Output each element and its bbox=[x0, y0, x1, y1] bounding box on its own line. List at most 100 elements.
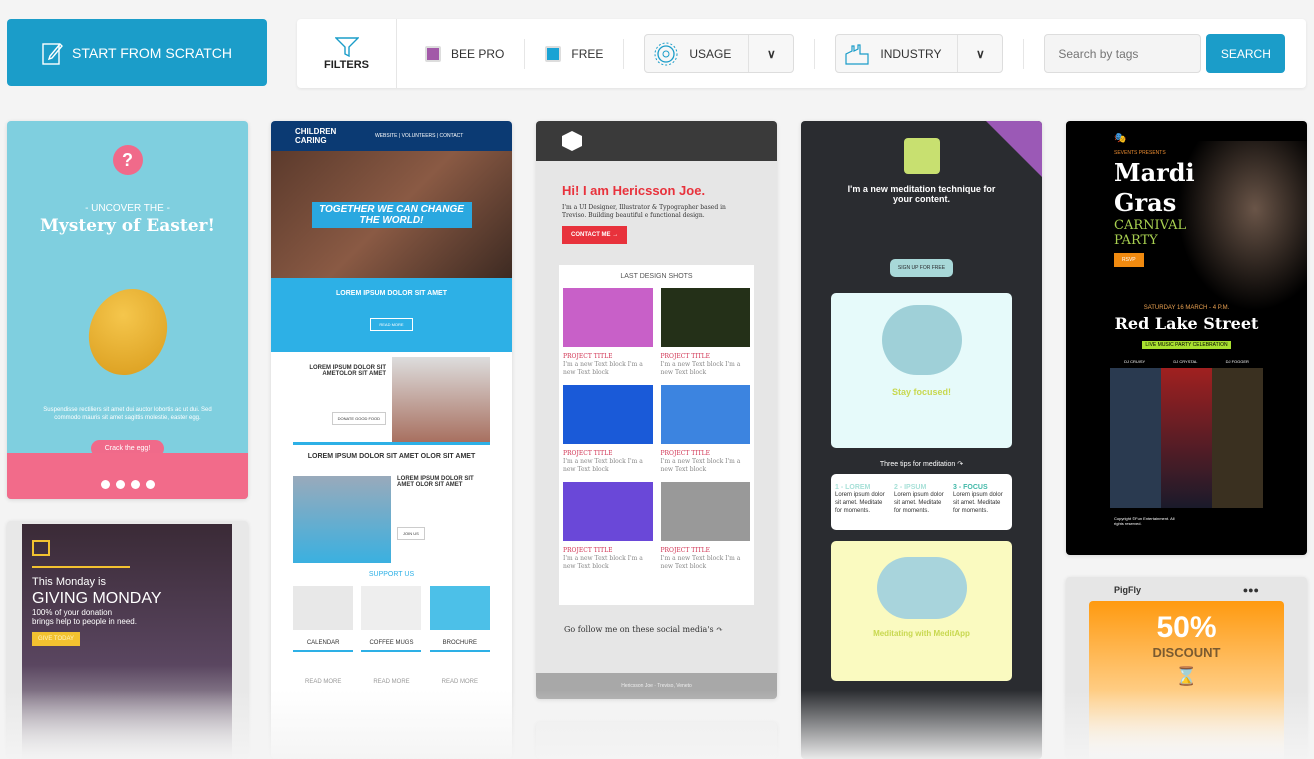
project-text: I'm a new Text block I'm a new Text bloc… bbox=[563, 458, 643, 473]
hericsson-title: Hi! I am Hericsson Joe. bbox=[562, 183, 706, 198]
template-card[interactable] bbox=[536, 722, 777, 759]
free-swatch bbox=[545, 45, 562, 62]
giving-line3: brings help to people in need. bbox=[32, 617, 137, 626]
read-more: READ MORE bbox=[441, 679, 478, 685]
giving-title: GIVING MONDAY bbox=[32, 590, 162, 607]
giving-line1: This Monday is bbox=[32, 576, 106, 588]
tip-text: Lorem ipsum dolor sit amet. Meditate for… bbox=[835, 492, 885, 514]
hericsson-sub: I'm a UI Designer, Illustrator & Typogra… bbox=[562, 204, 726, 219]
mardi-tag: LIVE MUSIC PARTY CELEBRATION bbox=[1142, 341, 1231, 349]
dj-name: DJ FOGGER bbox=[1225, 359, 1249, 364]
product-label: CALENDAR bbox=[306, 640, 340, 646]
search-button[interactable]: SEARCH bbox=[1206, 34, 1286, 73]
children-nav: WEBSITE | VOLUNTEERS | CONTACT bbox=[375, 133, 464, 139]
mardi-date: SATURDAY 16 MARCH - 4 P.M. bbox=[1143, 305, 1230, 311]
mardi-sub2: PARTY bbox=[1114, 233, 1158, 248]
search-tags-input[interactable] bbox=[1044, 34, 1202, 73]
dj-name: DJ CRYSTAL bbox=[1173, 359, 1198, 364]
mardi-street: Red Lake Street bbox=[1114, 314, 1259, 333]
mardi-sub1: CARNIVAL bbox=[1114, 218, 1187, 233]
tip-text: Lorem ipsum dolor sit amet. Meditate for… bbox=[894, 492, 944, 514]
product-label: COFFEE MUGS bbox=[369, 640, 414, 646]
question-icon: ? bbox=[112, 145, 143, 175]
read-more: READ MORE bbox=[304, 679, 342, 685]
industry-dropdown[interactable]: INDUSTRY ∨ bbox=[835, 34, 1004, 73]
meditation-app: Meditating with MeditApp bbox=[873, 629, 970, 638]
edit-icon bbox=[42, 42, 63, 65]
easter-footer bbox=[7, 453, 248, 499]
hericsson-shots: LAST DESIGN SHOTS bbox=[620, 273, 693, 280]
project-title: PROJECT TITLE bbox=[563, 353, 613, 360]
pigfly-pct: 50% bbox=[1156, 611, 1217, 644]
children-h4: LOREM IPSUM DOLOR SIT AMET OLOR SIT AMET bbox=[397, 476, 474, 488]
start-from-scratch-label: START FROM SCRATCH bbox=[72, 44, 232, 61]
filter-toolbar: FILTERS BEE PRO FREE USAGE ∨ INDUSTRY ∨ … bbox=[297, 19, 1306, 88]
children-h1: LOREM IPSUM DOLOR SIT AMET bbox=[336, 290, 447, 297]
mardi-title2: Gras bbox=[1114, 188, 1177, 217]
puzzle-icon bbox=[32, 540, 50, 556]
children-hero: TOGETHER WE CAN CHANGE THE WORLD! bbox=[311, 201, 472, 228]
industry-label: INDUSTRY bbox=[880, 46, 942, 61]
filter-icon bbox=[334, 36, 359, 57]
template-card-pigfly[interactable]: PigFly ●●● 50% DISCOUNT ⌛ bbox=[1066, 577, 1307, 759]
children-b1: READ MORE bbox=[370, 318, 413, 331]
theatre-masks-icon: 🎭 bbox=[1114, 133, 1127, 144]
bee-pro-label: BEE PRO bbox=[451, 46, 505, 61]
filters-button[interactable]: FILTERS bbox=[297, 19, 397, 88]
hourglass-icon: ⌛ bbox=[1175, 666, 1198, 686]
gear-icon bbox=[654, 42, 678, 65]
hericsson-follow: Go follow me on these social media's ↷ bbox=[564, 625, 723, 634]
template-card-hericsson[interactable]: Hi! I am Hericsson Joe. I'm a UI Designe… bbox=[536, 121, 777, 699]
children-support: SUPPORT US bbox=[368, 571, 415, 578]
project-title: PROJECT TITLE bbox=[660, 450, 711, 457]
mardi-cta: RSVP bbox=[1114, 253, 1144, 267]
factory-icon bbox=[845, 43, 869, 65]
chevron-down-icon: ∨ bbox=[766, 46, 776, 61]
template-card-easter[interactable]: ? - UNCOVER THE - Mystery of Easter! Sus… bbox=[7, 121, 248, 499]
filters-label: FILTERS bbox=[323, 58, 369, 71]
easter-egg-image bbox=[74, 276, 181, 388]
usage-label: USAGE bbox=[689, 46, 732, 61]
tip-title: 3 - FOCUS bbox=[953, 484, 988, 491]
tip-text: Lorem ipsum dolor sit amet. Meditate for… bbox=[953, 492, 1003, 514]
project-text: I'm a new Text block I'm a new Text bloc… bbox=[660, 555, 741, 570]
meditation-cta: SIGN UP FOR FREE bbox=[889, 259, 954, 277]
project-text: I'm a new Text block I'm a new Text bloc… bbox=[660, 361, 741, 376]
bee-pro-checkbox[interactable]: BEE PRO bbox=[397, 38, 526, 69]
meditation-focus: Stay focused! bbox=[891, 387, 951, 397]
template-card-mardi-gras[interactable]: 🎭 SEVENTS PRESENTS Mardi Gras CARNIVAL P… bbox=[1066, 121, 1307, 555]
read-more: READ MORE bbox=[373, 679, 410, 685]
tip-title: 1 - LOREM bbox=[835, 484, 871, 491]
template-card-meditation[interactable]: I'm a new meditation technique for your … bbox=[801, 121, 1042, 759]
mardi-title1: Mardi bbox=[1114, 158, 1195, 187]
pigfly-discount: DISCOUNT bbox=[1152, 645, 1221, 660]
project-title: PROJECT TITLE bbox=[660, 353, 711, 360]
free-checkbox[interactable]: FREE bbox=[525, 38, 625, 69]
usage-dropdown[interactable]: USAGE ∨ bbox=[644, 34, 795, 73]
easter-kicker: - UNCOVER THE - bbox=[85, 203, 170, 214]
meditation-title: I'm a new meditation technique for your … bbox=[847, 184, 996, 204]
children-h2: LOREM IPSUM DOLOR SIT AMETOLOR SIT AMET bbox=[309, 365, 386, 377]
mardi-presents: SEVENTS PRESENTS bbox=[1114, 150, 1166, 156]
easter-title: Mystery of Easter! bbox=[40, 216, 215, 236]
project-title: PROJECT TITLE bbox=[660, 547, 711, 554]
product-label: BROCHURE bbox=[442, 640, 477, 646]
mardi-copyright: Copyright ©Fun Entertainment. All rights… bbox=[1114, 516, 1175, 526]
social-icons: ●●● bbox=[1242, 585, 1259, 595]
template-card-children-caring[interactable]: CHILDREN CARING WEBSITE | VOLUNTEERS | C… bbox=[271, 121, 512, 759]
bee-pro-swatch bbox=[425, 45, 441, 62]
divider bbox=[814, 38, 816, 69]
easter-body: Suspendisse rectiliers sit amet dui auct… bbox=[43, 407, 212, 421]
meditation-logo bbox=[903, 138, 940, 174]
project-text: I'm a new Text block I'm a new Text bloc… bbox=[563, 361, 643, 376]
giving-cta: GIVE TODAY bbox=[32, 632, 81, 646]
project-title: PROJECT TITLE bbox=[563, 450, 613, 457]
free-label: FREE bbox=[571, 46, 604, 61]
pigfly-brand: PigFly bbox=[1114, 585, 1142, 595]
project-text: I'm a new Text block I'm a new Text bloc… bbox=[660, 458, 741, 473]
tip-title: 2 - IPSUM bbox=[894, 484, 927, 491]
divider bbox=[1023, 38, 1025, 69]
hericsson-footer: Hericsson Joe · Treviso, Veneto bbox=[536, 673, 777, 699]
start-from-scratch-button[interactable]: START FROM SCRATCH bbox=[7, 19, 267, 86]
template-card-giving-monday[interactable]: This Monday is GIVING MONDAY 100% of you… bbox=[7, 521, 248, 759]
